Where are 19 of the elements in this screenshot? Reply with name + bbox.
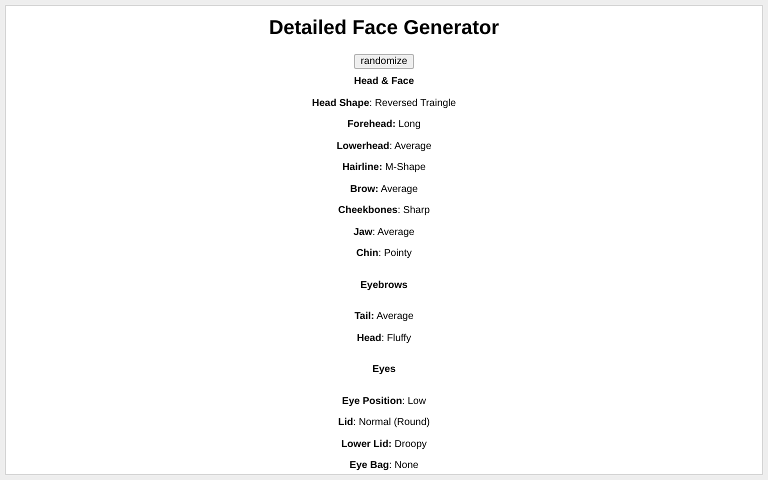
attribute-text: Eye Position: Low [342, 394, 426, 408]
randomize-button[interactable]: randomize [354, 54, 414, 69]
attribute-text: Lowerhead: Average [336, 140, 432, 154]
attribute-text: Chin: Pointy [356, 247, 412, 261]
page-title: Detailed Face Generator [268, 16, 500, 41]
attribute-text: Cheekbones: Sharp [338, 204, 430, 218]
attribute-text: Tail: Average [354, 310, 414, 324]
attribute-text: Lower Lid: Droopy [341, 438, 427, 452]
attribute-text: Hairline: M-Shape [342, 161, 426, 175]
attribute-text: Head: Fluffy [356, 332, 412, 346]
attribute-text: Head Shape: Reversed Traingle [312, 96, 456, 110]
attribute-text: Eye Bag: None [350, 459, 418, 473]
attribute-text: Brow: Average [350, 182, 418, 196]
attribute-text: Jaw: Average [354, 226, 414, 240]
attribute-text: Forehead: Long [347, 118, 421, 132]
section-heading: Head & Face [354, 75, 414, 89]
attribute-text: Lid: Normal (Round) [338, 416, 430, 430]
section-heading: Eyes [372, 363, 396, 377]
section-heading: Eyebrows [360, 278, 408, 292]
